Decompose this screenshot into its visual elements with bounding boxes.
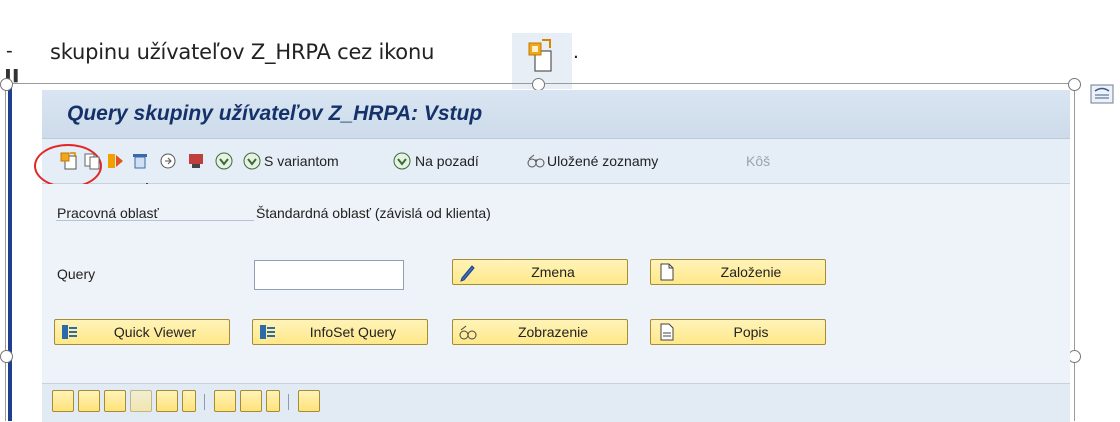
- copy-icon[interactable]: [82, 151, 102, 171]
- rename-icon[interactable]: [106, 151, 126, 171]
- query-input[interactable]: [254, 260, 404, 290]
- sap-window: Query skupiny užívateľov Z_HRPA: Vstup S…: [34, 90, 1070, 422]
- export-icon[interactable]: [158, 151, 178, 171]
- quick-viewer-label: Quick Viewer: [113, 324, 197, 340]
- background-execute-icon[interactable]: [392, 151, 412, 171]
- execute-with-variant-button[interactable]: S variantom: [264, 153, 339, 169]
- create-query-icon[interactable]: [58, 151, 78, 171]
- change-button[interactable]: Zmena: [452, 259, 628, 285]
- layout-icon[interactable]: [240, 390, 262, 412]
- selection-frame-left: [5, 84, 6, 421]
- execute-with-variant-icon[interactable]: [242, 151, 262, 171]
- delete-icon[interactable]: [130, 151, 150, 171]
- document-instruction-line: - skupinu užívateľov Z_HRPA cez ikonu .: [0, 28, 700, 89]
- layout-options-icon[interactable]: [1090, 84, 1114, 104]
- import-icon[interactable]: [186, 151, 206, 171]
- display-button-label: Zobrazenie: [517, 324, 589, 340]
- execute-icon[interactable]: [214, 151, 234, 171]
- bin-button[interactable]: Kôš: [746, 153, 770, 169]
- create-button-label: Založenie: [720, 264, 782, 280]
- filter-dropdown-icon[interactable]: [182, 390, 196, 412]
- resize-handle-top-left[interactable]: [0, 78, 13, 91]
- description-button[interactable]: Popis: [650, 319, 826, 345]
- left-accent-bar: [8, 85, 12, 421]
- glasses-icon: [459, 325, 477, 340]
- query-label: Query: [57, 266, 96, 282]
- glasses-icon[interactable]: [526, 151, 546, 171]
- execute-in-background-button[interactable]: Na pozadí: [415, 153, 479, 169]
- change-button-label: Zmena: [531, 264, 575, 280]
- application-toolbar: S variantom Na pozadí Uložené zoznamy Kô…: [34, 139, 1070, 209]
- pencil-icon: [460, 265, 475, 282]
- description-button-label: Popis: [733, 324, 769, 340]
- period: .: [573, 40, 579, 63]
- filter-icon[interactable]: [156, 390, 178, 412]
- window-title-bar: Query skupiny užívateľov Z_HRPA: Vstup: [42, 90, 1070, 139]
- bullet-dash: -: [6, 40, 13, 62]
- find-next-icon[interactable]: [130, 390, 152, 412]
- main-content: Pracovná oblasť Štandardná oblasť (závis…: [42, 184, 1070, 422]
- new-document-icon: [660, 263, 674, 281]
- resize-handle-mid-left[interactable]: [0, 350, 13, 363]
- find-icon[interactable]: [104, 390, 126, 412]
- saved-lists-button[interactable]: Uložené zoznamy: [547, 153, 658, 169]
- infoset-query-label: InfoSet Query: [309, 324, 397, 340]
- toolbar-separator: [204, 394, 205, 410]
- tree-structure-icon: [260, 325, 275, 339]
- description-document-icon: [660, 323, 674, 341]
- workspace-label: Pracovná oblasť: [57, 205, 159, 221]
- info-icon[interactable]: [298, 390, 320, 412]
- tree-structure-icon: [62, 325, 77, 339]
- label-underline: [56, 220, 254, 221]
- display-button[interactable]: Zobrazenie: [452, 319, 628, 345]
- quick-viewer-button[interactable]: Quick Viewer: [54, 319, 230, 345]
- create-button[interactable]: Založenie: [650, 259, 826, 285]
- selection-frame-right: [1074, 84, 1075, 421]
- workspace-value: Štandardná oblasť (závislá od klienta): [256, 205, 491, 221]
- sort-ascending-icon[interactable]: [52, 390, 74, 412]
- page-title: Query skupiny užívateľov Z_HRPA: Vstup: [67, 102, 483, 125]
- layout-dropdown-icon[interactable]: [266, 390, 280, 412]
- alv-toolbar: [42, 383, 1070, 422]
- toolbar-separator: [288, 394, 289, 410]
- print-icon[interactable]: [214, 390, 236, 412]
- infoset-query-button[interactable]: InfoSet Query: [252, 319, 428, 345]
- instruction-text: skupinu užívateľov Z_HRPA cez ikonu: [50, 40, 435, 64]
- sort-descending-icon[interactable]: [78, 390, 100, 412]
